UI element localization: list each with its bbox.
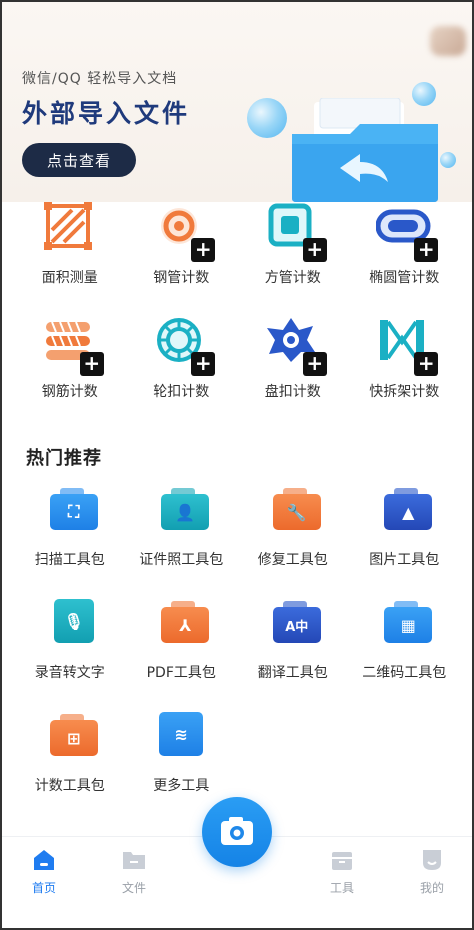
square-pipe-tool[interactable]: + 方管计数 <box>237 202 349 287</box>
disc-buckle-icon: + <box>265 316 327 376</box>
pdf-toolkit[interactable]: ⅄ PDF工具包 <box>126 597 238 682</box>
banner-title: 外部导入文件 <box>22 99 191 128</box>
translate-icon: A中 <box>265 597 321 653</box>
plus-icon: + <box>191 352 216 376</box>
quick-frame-icon: + <box>376 316 439 376</box>
hot-section-title: 热门推荐 <box>26 448 102 469</box>
hot-grid-row-3: ⊞ 计数工具包 ≋ 更多工具 <box>14 710 460 795</box>
bubble-decoration <box>247 98 287 138</box>
picture-icon: ▲ <box>376 484 433 540</box>
steel-pipe-tool[interactable]: + 钢管计数 <box>126 202 238 287</box>
toolkit-label: 修复工具包 <box>257 552 328 568</box>
camera-icon <box>221 817 253 845</box>
tool-label: 钢管计数 <box>153 270 210 286</box>
tool-label: 方管计数 <box>264 270 321 286</box>
image-toolkit[interactable]: ▲ 图片工具包 <box>349 484 461 569</box>
tab-tools[interactable]: 工具 <box>302 847 382 896</box>
toolkit-label: 更多工具 <box>153 778 210 794</box>
toolkit-label: 图片工具包 <box>369 552 440 568</box>
wheel-buckle-icon: + <box>153 316 216 376</box>
repair-toolkit[interactable]: 🔧 修复工具包 <box>237 484 349 569</box>
tool-label: 快拆架计数 <box>369 384 440 400</box>
scan-icon: ⛶ <box>42 484 98 540</box>
bubble-decoration <box>440 152 456 168</box>
import-folder-icon <box>292 98 438 202</box>
tool-label: 椭圆管计数 <box>369 270 440 286</box>
tab-label: 首页 <box>31 881 56 895</box>
toolkit-label: 翻译工具包 <box>257 665 328 681</box>
view-button[interactable]: 点击查看 <box>22 143 136 177</box>
toolkit-label: 录音转文字 <box>34 665 105 681</box>
microphone-icon: 🎙 <box>42 597 98 653</box>
steel-pipe-icon: + <box>153 202 216 262</box>
qrcode-toolkit[interactable]: ▦ 二维码工具包 <box>349 597 461 682</box>
id-photo-icon: 👤 <box>153 484 210 540</box>
qrcode-icon: ▦ <box>376 597 433 653</box>
plus-icon: + <box>191 238 216 262</box>
oval-pipe-icon: + <box>375 202 439 262</box>
tool-grid-row-2: + 钢筋计数 + 轮扣计数 + 盘扣计数 + 快拆架计数 <box>14 316 460 401</box>
tab-label: 我的 <box>419 881 444 895</box>
toolkit-label: 二维码工具包 <box>362 665 447 681</box>
voice-to-text-tool[interactable]: 🎙 录音转文字 <box>14 597 126 682</box>
folder-icon <box>123 852 145 869</box>
toolkit-label: 扫描工具包 <box>34 552 105 568</box>
translate-toolkit[interactable]: A中 翻译工具包 <box>237 597 349 682</box>
oval-pipe-tool[interactable]: + 椭圆管计数 <box>349 202 461 287</box>
scan-toolkit[interactable]: ⛶ 扫描工具包 <box>14 484 126 569</box>
count-icon: ⊞ <box>42 710 98 766</box>
id-photo-toolkit[interactable]: 👤 证件照工具包 <box>126 484 238 569</box>
tab-home[interactable]: 首页 <box>4 847 84 896</box>
tab-files[interactable]: 文件 <box>94 847 174 896</box>
tool-label: 盘扣计数 <box>264 384 321 400</box>
tool-label: 轮扣计数 <box>153 384 210 400</box>
tool-grid-row-1: 面积测量 + 钢管计数 + 方管计数 + 椭圆管计数 <box>14 202 460 287</box>
more-tools[interactable]: ≋ 更多工具 <box>126 710 238 795</box>
hot-grid-row-2: 🎙 录音转文字 ⅄ PDF工具包 A中 翻译工具包 ▦ 二维码工具包 <box>14 597 460 682</box>
area-measure-icon <box>42 202 98 258</box>
home-icon <box>34 850 54 870</box>
toolkit-label: PDF工具包 <box>146 665 216 681</box>
plus-icon: + <box>302 352 327 376</box>
tool-label: 面积测量 <box>41 270 98 286</box>
pdf-icon: ⅄ <box>153 597 210 653</box>
square-pipe-icon: + <box>265 202 327 262</box>
plus-icon: + <box>79 352 104 376</box>
plus-icon: + <box>302 238 327 262</box>
count-toolkit[interactable]: ⊞ 计数工具包 <box>14 710 126 795</box>
layers-icon: ≋ <box>153 710 209 766</box>
avatar-blur <box>430 26 466 56</box>
plus-icon: + <box>414 352 439 376</box>
plus-icon: + <box>414 238 439 262</box>
toolkit-label: 计数工具包 <box>34 778 105 794</box>
rebar-icon: + <box>42 316 104 376</box>
wrench-icon: 🔧 <box>265 484 321 540</box>
camera-button[interactable] <box>202 797 272 867</box>
quick-frame-tool[interactable]: + 快拆架计数 <box>349 316 461 401</box>
tab-label: 文件 <box>121 881 146 895</box>
tab-label: 工具 <box>329 881 354 895</box>
area-measure-tool[interactable]: 面积测量 <box>14 202 126 287</box>
tab-mine[interactable]: 我的 <box>392 847 472 896</box>
hot-grid-row-1: ⛶ 扫描工具包 👤 证件照工具包 🔧 修复工具包 ▲ 图片工具包 <box>14 484 460 569</box>
tool-label: 钢筋计数 <box>41 384 98 400</box>
rebar-tool[interactable]: + 钢筋计数 <box>14 316 126 401</box>
toolbox-icon <box>332 852 352 870</box>
toolkit-label: 证件照工具包 <box>139 552 224 568</box>
profile-icon <box>423 850 441 870</box>
import-banner[interactable]: 微信/QQ 轻松导入文档 外部导入文件 点击查看 <box>2 2 472 202</box>
banner-subtitle: 微信/QQ 轻松导入文档 <box>22 71 178 87</box>
wheel-buckle-tool[interactable]: + 轮扣计数 <box>126 316 238 401</box>
disc-buckle-tool[interactable]: + 盘扣计数 <box>237 316 349 401</box>
